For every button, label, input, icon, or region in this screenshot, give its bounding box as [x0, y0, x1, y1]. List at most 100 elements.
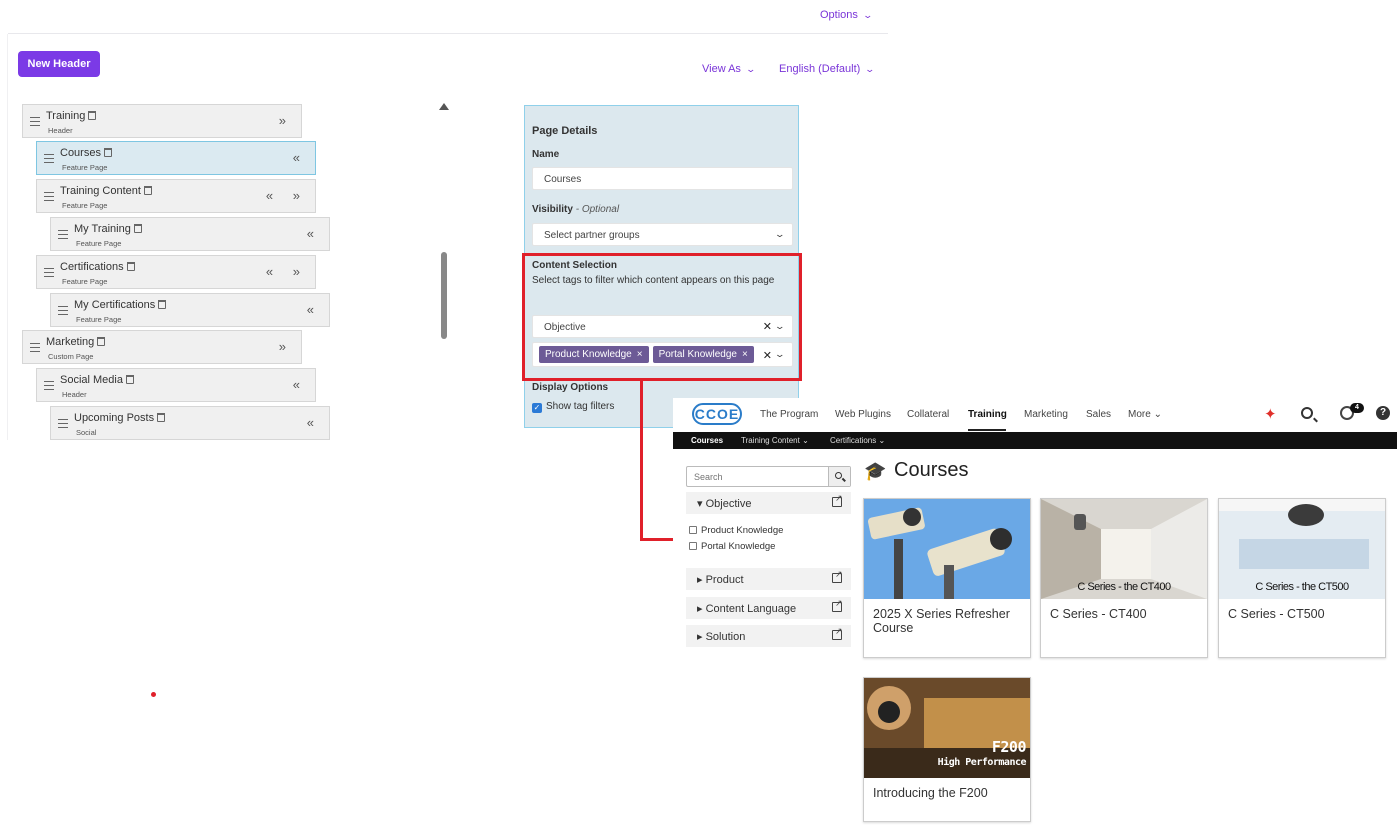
trash-icon[interactable]: [88, 111, 97, 120]
external-link-icon[interactable]: [832, 626, 843, 640]
tree-item-certifications[interactable]: Certifications Feature Page « »: [36, 255, 316, 289]
tree-item-social-media[interactable]: Social Media Header «: [36, 368, 316, 402]
indent-left-icon[interactable]: «: [307, 302, 322, 317]
checkbox-checked-icon[interactable]: ✓: [532, 403, 542, 413]
indent-right-icon[interactable]: »: [279, 113, 294, 128]
drag-handle-icon[interactable]: [30, 343, 40, 355]
course-title: Introducing the F200: [873, 786, 988, 800]
indent-left-icon[interactable]: «: [307, 415, 322, 430]
drag-handle-icon[interactable]: [44, 268, 54, 280]
drag-handle-icon[interactable]: [44, 192, 54, 204]
trash-icon[interactable]: [125, 375, 134, 384]
facet-objective[interactable]: ▾ Objective: [686, 492, 851, 514]
trash-icon[interactable]: [133, 224, 142, 233]
facet-option-portal-knowledge[interactable]: Portal Knowledge: [689, 541, 775, 552]
divider: [8, 33, 888, 34]
indent-left-icon[interactable]: «: [307, 226, 322, 241]
tree-item-label: Certifications: [60, 261, 124, 273]
display-options-label: Display Options: [532, 382, 609, 393]
tree-item-label: My Certifications: [74, 299, 156, 311]
thumbnail-caption: F200: [991, 738, 1027, 756]
subnav-training-content[interactable]: Training Content ⌄: [741, 436, 809, 445]
options-dropdown[interactable]: Options ⌄: [820, 9, 873, 21]
tree-item-marketing[interactable]: Marketing Custom Page »: [22, 330, 302, 364]
tree-item-training[interactable]: Training Header »: [22, 104, 302, 138]
nav-web-plugins[interactable]: Web Plugins: [835, 409, 891, 420]
facet-solution[interactable]: ▸ Solution: [686, 625, 851, 647]
thumbnail-subcaption: High Performance: [937, 757, 1027, 768]
trash-icon[interactable]: [157, 413, 166, 422]
partner-groups-select[interactable]: Select partner groups ⌄: [532, 223, 793, 246]
language-dropdown[interactable]: English (Default) ⌄: [779, 63, 876, 75]
subnav-certifications[interactable]: Certifications ⌄: [830, 436, 885, 445]
trash-icon[interactable]: [143, 186, 152, 195]
chevron-down-icon: ⌄: [802, 436, 809, 445]
facet-option-product-knowledge[interactable]: Product Knowledge: [689, 525, 783, 536]
checkbox[interactable]: [689, 526, 697, 534]
facet-product[interactable]: ▸ Product: [686, 568, 851, 590]
facet-content-language[interactable]: ▸ Content Language: [686, 597, 851, 619]
tree-scrollbar[interactable]: [441, 252, 447, 339]
search-input[interactable]: [687, 467, 828, 486]
sparkle-icon[interactable]: ✦: [1264, 405, 1277, 423]
external-link-icon[interactable]: [832, 569, 843, 583]
search-button[interactable]: [828, 467, 850, 486]
name-field[interactable]: Courses: [532, 167, 793, 190]
portal-logo[interactable]: CCOE: [692, 403, 742, 425]
tree-item-type: Header: [62, 390, 87, 399]
nav-training[interactable]: Training: [968, 409, 1007, 420]
checkbox[interactable]: [689, 542, 697, 550]
page-details-heading: Page Details: [532, 125, 598, 137]
tree-item-courses[interactable]: Courses Feature Page «: [36, 141, 316, 175]
drag-handle-icon[interactable]: [58, 419, 68, 431]
page-title: Courses: [894, 459, 969, 481]
trash-icon[interactable]: [158, 300, 167, 309]
external-link-icon[interactable]: [832, 598, 843, 612]
course-thumbnail: [864, 499, 1030, 599]
trash-icon[interactable]: [126, 262, 135, 271]
subnav-courses[interactable]: Courses: [691, 436, 723, 445]
tree-item-type: Feature Page: [76, 315, 122, 324]
nav-marketing[interactable]: Marketing: [1024, 409, 1068, 420]
view-as-dropdown[interactable]: View As ⌄: [702, 63, 756, 75]
indent-right-icon[interactable]: »: [279, 339, 294, 354]
course-thumbnail: F200 High Performance: [864, 678, 1030, 778]
drag-handle-icon[interactable]: [44, 381, 54, 393]
scroll-up-icon[interactable]: [439, 103, 449, 110]
course-card[interactable]: 2025 X Series Refresher Course: [863, 498, 1031, 658]
chevron-down-icon: ⌄: [745, 64, 756, 74]
drag-handle-icon[interactable]: [58, 306, 68, 318]
course-card[interactable]: F200 High Performance Introducing the F2…: [863, 677, 1031, 822]
trash-icon[interactable]: [97, 337, 106, 346]
search-icon[interactable]: [1301, 407, 1313, 419]
tree-item-my-training[interactable]: My Training Feature Page «: [50, 217, 330, 251]
course-title: 2025 X Series Refresher Course: [873, 607, 1010, 635]
new-header-button[interactable]: New Header: [18, 51, 100, 77]
course-thumbnail: C Series - the CT500: [1219, 499, 1385, 599]
nav-more[interactable]: More ⌄: [1128, 409, 1162, 420]
tree-item-label: Training: [46, 110, 86, 122]
drag-handle-icon[interactable]: [30, 117, 40, 129]
indent-both-icon[interactable]: « »: [266, 188, 308, 203]
indent-left-icon[interactable]: «: [293, 150, 308, 165]
tree-item-label: Social Media: [60, 374, 123, 386]
tree-item-upcoming-posts[interactable]: Upcoming Posts Social «: [50, 406, 330, 440]
nav-the-program[interactable]: The Program: [760, 409, 818, 420]
nav-collateral[interactable]: Collateral: [907, 409, 949, 420]
tree-item-my-certifications[interactable]: My Certifications Feature Page «: [50, 293, 330, 327]
course-card[interactable]: C Series - the CT500 C Series - CT500: [1218, 498, 1386, 658]
drag-handle-icon[interactable]: [44, 154, 54, 166]
external-link-icon[interactable]: [832, 493, 843, 507]
tree-item-type: Header: [48, 126, 73, 135]
show-tag-filters-checkbox[interactable]: ✓ Show tag filters: [532, 401, 614, 413]
help-icon[interactable]: ?: [1376, 406, 1390, 420]
nav-sales[interactable]: Sales: [1086, 409, 1111, 420]
course-card[interactable]: C Series - the CT400 C Series - CT400: [1040, 498, 1208, 658]
indent-both-icon[interactable]: « »: [266, 264, 308, 279]
highlight-box: [522, 253, 802, 381]
trash-icon[interactable]: [103, 148, 112, 157]
chevron-down-icon: ⌄: [864, 64, 876, 74]
tree-item-training-content[interactable]: Training Content Feature Page « »: [36, 179, 316, 213]
drag-handle-icon[interactable]: [58, 230, 68, 242]
indent-left-icon[interactable]: «: [293, 377, 308, 392]
